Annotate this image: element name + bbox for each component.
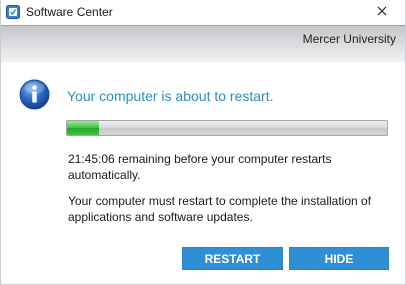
- restart-explanation-text: Your computer must restart to complete t…: [68, 194, 372, 224]
- restart-button[interactable]: RESTART: [182, 247, 283, 270]
- software-center-icon: [6, 5, 20, 19]
- close-button[interactable]: [373, 3, 391, 21]
- progress-fill: [67, 121, 99, 135]
- info-icon: [19, 79, 50, 110]
- close-icon: [377, 3, 387, 21]
- restart-progress-bar: [66, 120, 388, 136]
- organization-name: Mercer University: [302, 32, 396, 46]
- remaining-time-text: 21:45:06 remaining before your computer …: [68, 152, 332, 182]
- restart-heading: Your computer is about to restart.: [67, 88, 274, 104]
- software-center-window: Software Center Mercer University Your c…: [0, 0, 406, 285]
- hide-button[interactable]: HIDE: [289, 247, 389, 270]
- window-title: Software Center: [26, 5, 113, 19]
- title-bar[interactable]: Software Center: [1, 0, 405, 25]
- organization-banner: Mercer University: [1, 25, 405, 62]
